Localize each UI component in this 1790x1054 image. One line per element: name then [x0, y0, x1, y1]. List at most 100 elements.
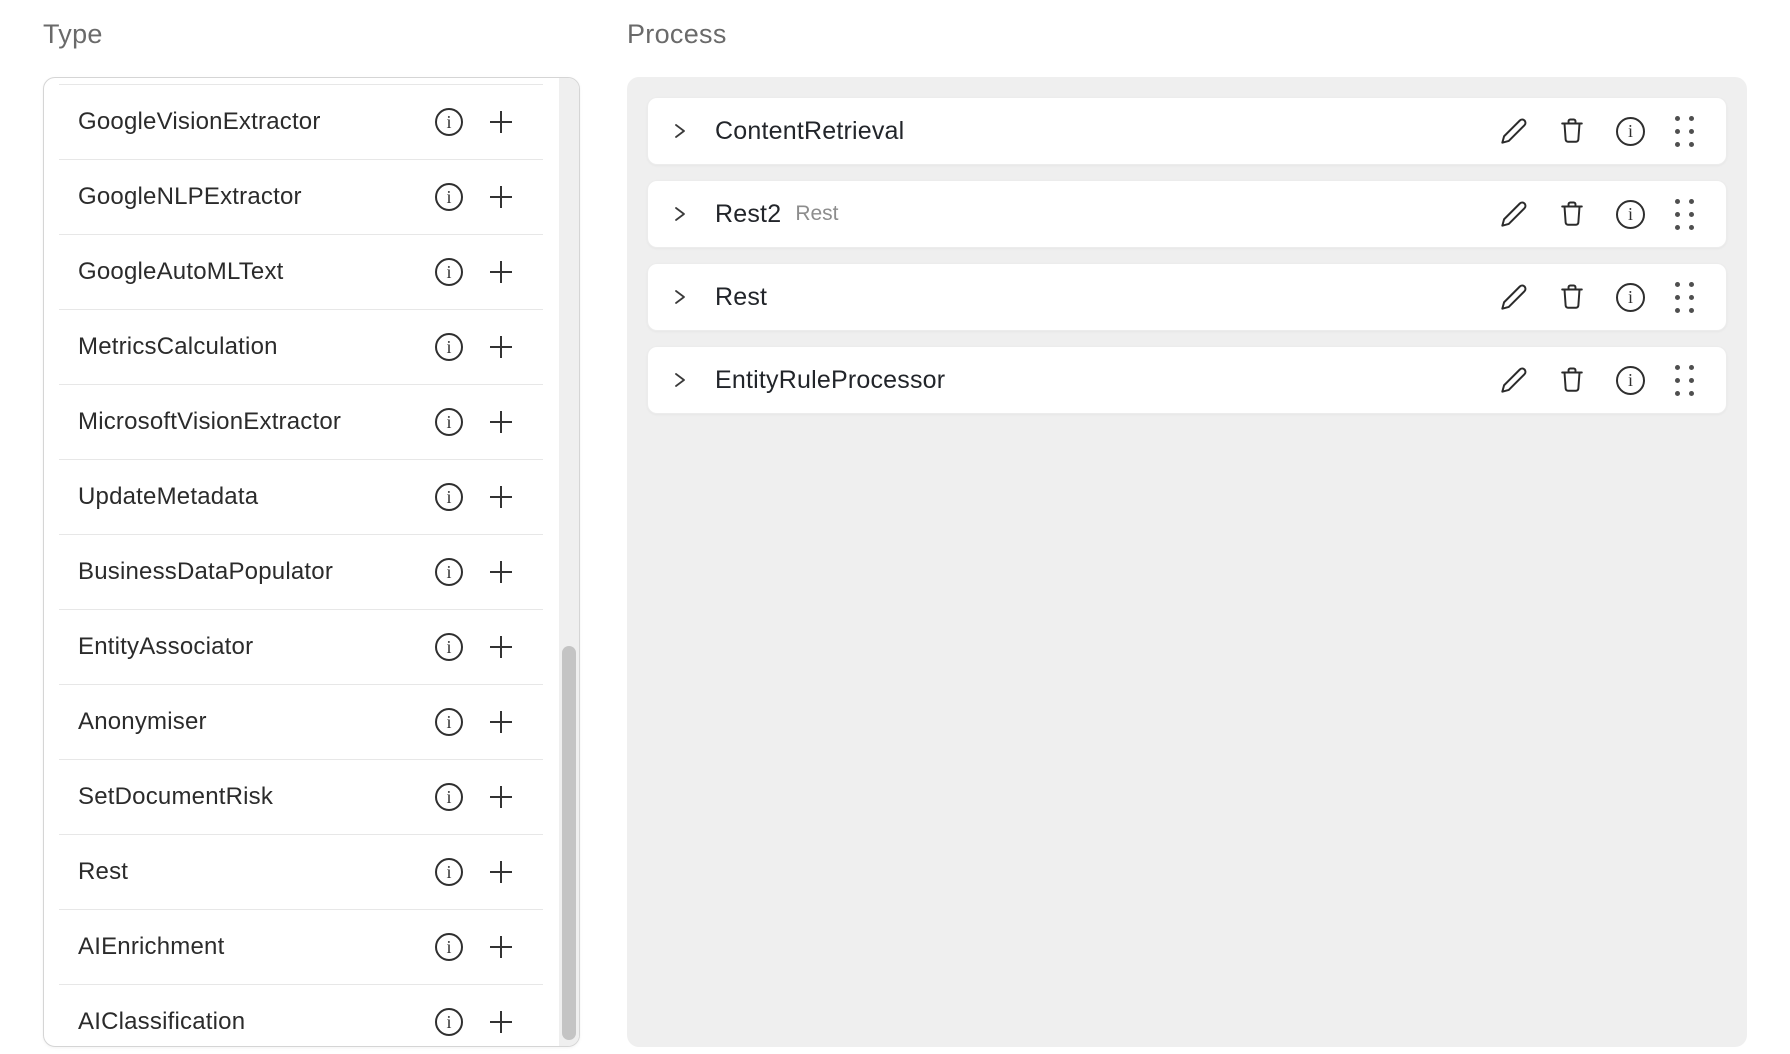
type-list-item-EntityAssociator[interactable]: EntityAssociator i [59, 609, 543, 684]
type-name-label: GoogleAutoMLText [78, 258, 435, 286]
type-list-item-SetDocumentRisk[interactable]: SetDocumentRisk i [59, 759, 543, 834]
chevron-right-icon [671, 287, 688, 307]
type-add-button[interactable] [487, 783, 515, 811]
type-list-item-MicrosoftVisionExtractor[interactable]: MicrosoftVisionExtractor i [59, 384, 543, 459]
plus-icon [487, 333, 515, 361]
type-list-item-Rest[interactable]: Rest i [59, 834, 543, 909]
process-expand-button[interactable] [671, 204, 688, 224]
process-expand-button[interactable] [671, 121, 688, 141]
type-info-button[interactable]: i [435, 183, 463, 211]
info-icon: i [435, 858, 463, 886]
type-add-button[interactable] [487, 633, 515, 661]
type-info-button[interactable]: i [435, 708, 463, 736]
process-edit-button[interactable] [1500, 117, 1528, 145]
type-row-actions: i [435, 558, 515, 586]
process-card-actions: i [1500, 116, 1694, 147]
process-card-Rest2[interactable]: Rest2 Rest i [647, 180, 1727, 248]
process-expand-button[interactable] [671, 287, 688, 307]
process-delete-button[interactable] [1558, 199, 1586, 229]
process-info-button[interactable]: i [1616, 283, 1645, 312]
type-add-button[interactable] [487, 558, 515, 586]
drag-handle-icon [1675, 116, 1694, 147]
type-add-button[interactable] [487, 483, 515, 511]
process-edit-button[interactable] [1500, 200, 1528, 228]
type-name-label: GoogleVisionExtractor [78, 108, 435, 136]
plus-icon [487, 933, 515, 961]
type-list-item-AIClassification[interactable]: AIClassification i [59, 984, 543, 1047]
type-list-item-GoogleAutoMLText[interactable]: GoogleAutoMLText i [59, 234, 543, 309]
type-row-actions: i [435, 708, 515, 736]
process-drag-handle[interactable] [1675, 282, 1694, 313]
type-add-button[interactable] [487, 108, 515, 136]
type-add-button[interactable] [487, 183, 515, 211]
plus-icon [487, 708, 515, 736]
type-add-button[interactable] [487, 408, 515, 436]
type-info-button[interactable]: i [435, 333, 463, 361]
process-info-button[interactable]: i [1616, 117, 1645, 146]
process-drag-handle[interactable] [1675, 116, 1694, 147]
type-add-button[interactable] [487, 333, 515, 361]
type-list-item-AIEnrichment[interactable]: AIEnrichment i [59, 909, 543, 984]
plus-icon [487, 783, 515, 811]
drag-handle-icon [1675, 365, 1694, 396]
process-edit-button[interactable] [1500, 366, 1528, 394]
plus-icon [487, 108, 515, 136]
type-list-item-BusinessDataPopulator[interactable]: BusinessDataPopulator i [59, 534, 543, 609]
process-delete-button[interactable] [1558, 365, 1586, 395]
type-name-label: UpdateMetadata [78, 483, 435, 511]
type-add-button[interactable] [487, 933, 515, 961]
type-name-label: SetDocumentRisk [78, 783, 435, 811]
process-list-container: ContentRetrieval i [627, 77, 1747, 1047]
plus-icon [487, 1008, 515, 1036]
process-expand-button[interactable] [671, 370, 688, 390]
info-icon: i [435, 333, 463, 361]
type-add-button[interactable] [487, 858, 515, 886]
plus-icon [487, 558, 515, 586]
type-row-actions: i [435, 1008, 515, 1036]
process-edit-button[interactable] [1500, 283, 1528, 311]
type-list-item-UpdateMetadata[interactable]: UpdateMetadata i [59, 459, 543, 534]
info-icon: i [435, 933, 463, 961]
type-list-scrollbar-track[interactable] [559, 78, 579, 1046]
type-list-item-Anonymiser[interactable]: Anonymiser i [59, 684, 543, 759]
type-add-button[interactable] [487, 258, 515, 286]
type-info-button[interactable]: i [435, 783, 463, 811]
type-info-button[interactable]: i [435, 858, 463, 886]
type-info-button[interactable]: i [435, 933, 463, 961]
page: Type GoogleVisionExtractor i GoogleNLPEx… [0, 0, 1790, 1047]
plus-icon [487, 258, 515, 286]
type-name-label: AIEnrichment [78, 933, 435, 961]
info-icon: i [1616, 283, 1645, 312]
info-icon: i [435, 408, 463, 436]
type-list-item-GoogleNLPExtractor[interactable]: GoogleNLPExtractor i [59, 159, 543, 234]
type-add-button[interactable] [487, 1008, 515, 1036]
info-icon: i [435, 108, 463, 136]
type-info-button[interactable]: i [435, 408, 463, 436]
type-info-button[interactable]: i [435, 558, 463, 586]
type-list-scrollbar-thumb[interactable] [562, 646, 576, 1040]
process-card-Rest[interactable]: Rest i [647, 263, 1727, 331]
process-info-button[interactable]: i [1616, 366, 1645, 395]
process-drag-handle[interactable] [1675, 199, 1694, 230]
process-card-EntityRuleProcessor[interactable]: EntityRuleProcessor i [647, 346, 1727, 414]
process-delete-button[interactable] [1558, 282, 1586, 312]
type-list-item-GoogleVisionExtractor[interactable]: GoogleVisionExtractor i [59, 84, 543, 159]
type-row-actions: i [435, 483, 515, 511]
type-add-button[interactable] [487, 708, 515, 736]
type-list-card: GoogleVisionExtractor i GoogleNLPExtract… [43, 77, 580, 1047]
type-info-button[interactable]: i [435, 633, 463, 661]
plus-icon [487, 483, 515, 511]
type-info-button[interactable]: i [435, 108, 463, 136]
chevron-right-icon [671, 121, 688, 141]
type-info-button[interactable]: i [435, 1008, 463, 1036]
type-info-button[interactable]: i [435, 483, 463, 511]
process-delete-button[interactable] [1558, 116, 1586, 146]
process-card-ContentRetrieval[interactable]: ContentRetrieval i [647, 97, 1727, 165]
process-info-button[interactable]: i [1616, 200, 1645, 229]
type-info-button[interactable]: i [435, 258, 463, 286]
process-name-label: ContentRetrieval [715, 117, 904, 146]
delete-trash-icon [1558, 282, 1586, 312]
process-drag-handle[interactable] [1675, 365, 1694, 396]
plus-icon [487, 408, 515, 436]
type-list-item-MetricsCalculation[interactable]: MetricsCalculation i [59, 309, 543, 384]
